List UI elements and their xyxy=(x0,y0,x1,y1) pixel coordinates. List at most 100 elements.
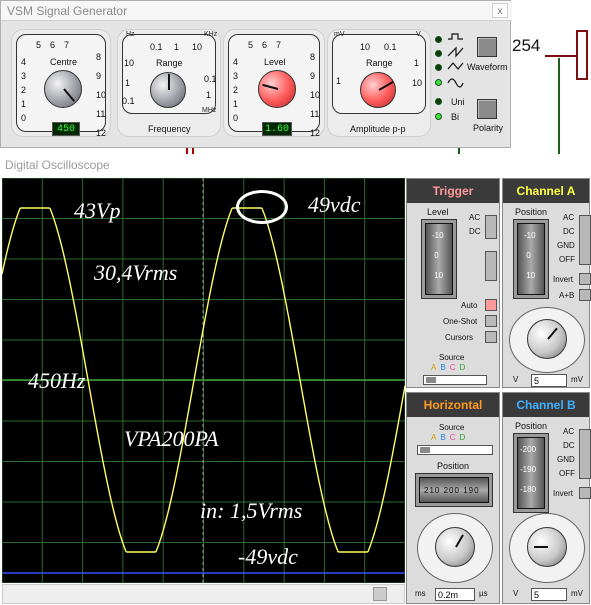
horizontal-unit-ms: ms xyxy=(415,589,426,598)
trigger-level-label: Level xyxy=(427,207,449,217)
trigger-cursors: Cursors xyxy=(445,333,474,342)
scroll-thumb[interactable] xyxy=(373,587,387,601)
annotation-frequency: 450Hz xyxy=(28,368,86,393)
channel-a-off: OFF xyxy=(559,255,575,264)
centre-scale-top: 567 xyxy=(36,40,79,50)
centre-scale-right: 8 9 10 11 12 xyxy=(96,52,107,138)
schematic-wire xyxy=(545,55,577,57)
channel-a-value[interactable]: 5 xyxy=(531,374,567,387)
trigger-coupling-button[interactable] xyxy=(485,215,497,239)
trigger-panel: Trigger Level -10 0 10 AC DC Auto One-Sh… xyxy=(406,178,500,388)
trigger-edge-button[interactable] xyxy=(485,251,497,281)
bi-label: Bi xyxy=(451,112,460,122)
schematic-text: 254 xyxy=(512,36,541,55)
amplitude-range-panel: mV V 10 0.1 1 1 10 Range Amplitude p-p xyxy=(327,29,431,137)
freq-scale-top-0: 0.1 xyxy=(150,42,163,52)
trigger-source-slider[interactable] xyxy=(423,375,487,385)
close-button[interactable]: x xyxy=(492,3,508,18)
horizontal-position-slider[interactable]: 210 200 190 xyxy=(415,473,493,507)
freq-scale-left-2: 0.1 xyxy=(122,96,135,106)
frequency-range-knob[interactable] xyxy=(150,72,186,108)
schematic-wire-vertical xyxy=(558,58,560,154)
freq-scale-left-0: 10 xyxy=(124,58,135,68)
channel-b-value[interactable]: 5 xyxy=(531,588,567,601)
horizontal-source-label: Source xyxy=(439,423,465,432)
bi-led xyxy=(435,113,442,120)
channel-b-invert-button[interactable] xyxy=(579,487,591,499)
scope-screen: 43Vp 49vdc 30,4Vrms 450Hz VPA200PA in: 1… xyxy=(2,178,405,583)
centre-knob[interactable] xyxy=(44,70,82,108)
channel-b-unit-v: V xyxy=(513,589,519,598)
trigger-oneshot-button[interactable] xyxy=(485,315,497,327)
peak-highlight-ellipse xyxy=(236,190,288,224)
centre-panel: 567 43210 8 9 10 11 12 Centre 450 xyxy=(11,29,111,138)
horizontal-position-label: Position xyxy=(437,461,470,471)
channel-b-invert: Invert xyxy=(553,489,574,498)
channel-b-dc: DC xyxy=(563,441,575,450)
amp-scale-right-0: 1 xyxy=(414,58,420,68)
waveform-label: Waveform xyxy=(467,62,508,72)
horizontal-value[interactable]: 0.2m xyxy=(435,588,475,601)
waveform-button[interactable] xyxy=(477,37,497,57)
horizontal-title: Horizontal xyxy=(407,393,499,417)
channel-a-position-slider[interactable]: -10 0 10 xyxy=(513,219,549,299)
polarity-label: Polarity xyxy=(473,123,504,133)
horizontal-timebase-dial[interactable] xyxy=(435,527,475,567)
channel-a-aplusb-button[interactable] xyxy=(579,289,591,301)
trigger-source-channels: ABCD xyxy=(431,363,470,372)
waveform-led-square xyxy=(435,36,442,43)
channel-a-title: Channel A xyxy=(503,179,589,203)
waveform-section: Waveform Uni Bi Polarity xyxy=(431,29,511,137)
channel-a-position-label: Position xyxy=(515,207,548,217)
horizontal-position-scale: 210 200 190 xyxy=(424,486,480,495)
horizontal-source-slider[interactable] xyxy=(417,445,493,455)
centre-scale-left: 43210 xyxy=(21,57,27,123)
channel-a-invert: Invert xyxy=(553,275,574,284)
freq-scale-right-0: 0.1 xyxy=(204,74,217,84)
channel-b-off: OFF xyxy=(559,469,575,478)
freq-range-label: Range xyxy=(156,58,183,68)
channel-a-unit-mv: mV xyxy=(571,375,583,384)
signal-generator-window[interactable]: VSM Signal Generator x 567 43210 8 9 10 11 1… xyxy=(0,0,512,148)
freq-scale-right-1: 1 xyxy=(206,90,212,100)
trigger-auto: Auto xyxy=(461,301,478,310)
channel-b-position-slider[interactable]: -200 -190 -180 xyxy=(513,433,549,513)
waveform-icons xyxy=(447,33,464,88)
annotation-input: in: 1,5Vrms xyxy=(200,498,303,523)
amplitude-range-knob[interactable] xyxy=(360,72,396,108)
horizontal-scrollbar[interactable] xyxy=(2,584,405,604)
level-scale-left: 43210 xyxy=(233,57,239,123)
channel-b-volts-dial[interactable] xyxy=(527,527,567,567)
centre-label: Centre xyxy=(50,57,78,67)
freq-unit-mhz: MHz xyxy=(202,107,217,114)
amp-scale-left-0: 1 xyxy=(336,76,342,86)
signal-generator-titlebar[interactable]: VSM Signal Generator x xyxy=(1,1,512,21)
amp-scale-right-1: 10 xyxy=(412,78,423,88)
amplitude-caption: Amplitude p-p xyxy=(350,124,406,134)
channel-b-coupling-button[interactable] xyxy=(579,429,591,479)
channel-a-volts-dial[interactable] xyxy=(527,319,567,359)
channel-a-coupling-button[interactable] xyxy=(579,215,591,265)
trigger-oneshot: One-Shot xyxy=(443,317,478,326)
uni-led xyxy=(435,98,442,105)
trigger-cursors-button[interactable] xyxy=(485,331,497,343)
trigger-auto-button[interactable] xyxy=(485,299,497,311)
polarity-button[interactable] xyxy=(477,99,497,119)
channel-a-aplusb: A+B xyxy=(559,291,575,300)
level-knob[interactable] xyxy=(258,70,296,108)
trigger-dc: DC xyxy=(469,227,481,236)
trigger-ac: AC xyxy=(469,213,481,222)
channel-a-invert-button[interactable] xyxy=(579,273,591,285)
channel-b-panel: Channel B Position -200 -190 -180 AC DC GN… xyxy=(502,392,591,604)
trigger-source-label: Source xyxy=(439,353,465,362)
annotation-vdc-bottom: -49vdc xyxy=(238,544,298,569)
oscilloscope-title: Digital Oscilloscope xyxy=(5,158,110,172)
channel-a-dc: DC xyxy=(563,227,575,236)
channel-a-panel: Channel A Position -10 0 10 AC DC GND OF… xyxy=(502,178,591,388)
trigger-title: Trigger xyxy=(407,179,499,203)
channel-b-position-label: Position xyxy=(515,421,548,431)
trigger-level-slider[interactable]: -10 0 10 xyxy=(421,219,457,299)
amp-scale-top-1: 0.1 xyxy=(384,42,397,52)
level-scale-right: 8 9 10 11 12 xyxy=(310,52,321,138)
freq-unit-khz: KHz xyxy=(204,31,218,38)
